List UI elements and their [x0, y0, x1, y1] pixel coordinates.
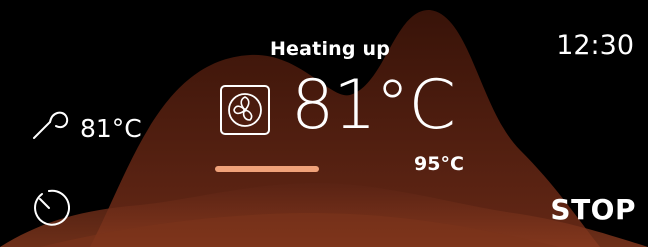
current-temperature[interactable]: 81°C — [291, 72, 456, 140]
probe-temperature[interactable]: 81°C — [80, 114, 142, 143]
oven-display: Heating up 12:30 81°C 81°C 95°C STOP — [0, 0, 648, 247]
clock[interactable]: 12:30 — [556, 30, 634, 61]
target-temperature[interactable]: 95°C — [414, 153, 464, 175]
stop-button[interactable]: STOP — [550, 193, 636, 226]
progress-fill — [215, 166, 319, 172]
heating-progress-bar — [215, 166, 393, 172]
timer-icon[interactable] — [28, 186, 70, 228]
fan-icon[interactable] — [219, 84, 271, 136]
status-text: Heating up — [269, 38, 391, 60]
meat-probe-icon — [33, 111, 69, 139]
